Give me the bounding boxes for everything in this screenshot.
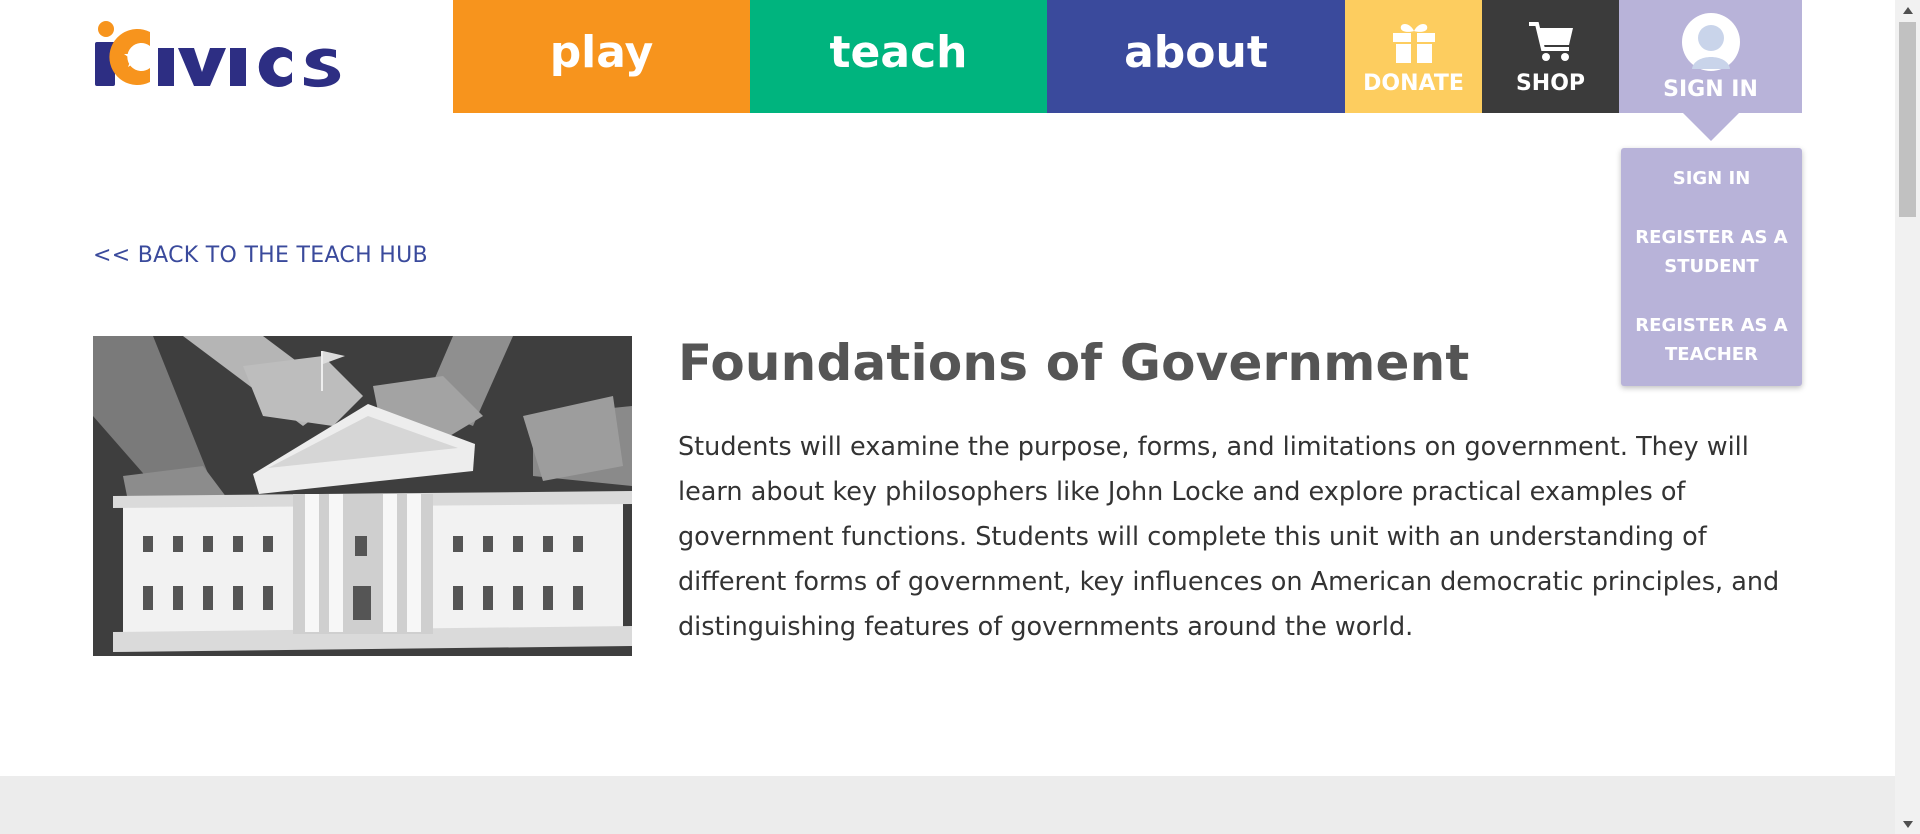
nav-signin[interactable]: SIGN IN [1619, 0, 1802, 141]
nav-donate-label: DONATE [1363, 71, 1464, 96]
page: play teach about DONATE SHOP SIGN IN SIG… [0, 0, 1895, 834]
nav-teach-label: teach [829, 27, 968, 78]
dropdown-register-student[interactable]: REGISTER AS A STUDENT [1632, 223, 1792, 281]
dropdown-sign-in[interactable]: SIGN IN [1632, 164, 1792, 193]
nav-teach[interactable]: teach [750, 0, 1047, 113]
nav-signin-label: SIGN IN [1663, 77, 1758, 102]
cart-icon [1527, 17, 1575, 63]
nav-about[interactable]: about [1047, 0, 1345, 113]
nav-play-label: play [549, 27, 654, 78]
back-to-teach-hub-link[interactable]: << BACK TO THE TEACH HUB [93, 243, 428, 268]
nav-donate[interactable]: DONATE [1345, 0, 1482, 113]
content-section-band [0, 776, 1895, 834]
user-avatar-icon [1680, 11, 1742, 73]
signin-caret [1682, 113, 1739, 141]
nav-about-label: about [1124, 27, 1268, 78]
page-title: Foundations of Government [678, 334, 1470, 392]
vertical-scrollbar[interactable] [1895, 0, 1920, 834]
nav-play[interactable]: play [453, 0, 750, 113]
nav-shop-label: SHOP [1515, 71, 1586, 96]
icivics-logo[interactable] [92, 20, 377, 90]
hero-image [93, 336, 632, 656]
page-description: Students will examine the purpose, forms… [678, 432, 1780, 642]
main-nav: play teach about DONATE SHOP SIGN IN [453, 0, 1802, 141]
scrollbar-thumb[interactable] [1899, 22, 1916, 217]
signin-dropdown: SIGN IN REGISTER AS A STUDENT REGISTER A… [1621, 148, 1802, 386]
nav-shop[interactable]: SHOP [1482, 0, 1619, 113]
dropdown-register-teacher[interactable]: REGISTER AS A TEACHER [1632, 311, 1792, 369]
gift-icon [1391, 17, 1437, 63]
scroll-down-arrow-icon[interactable] [1895, 814, 1920, 834]
scroll-up-arrow-icon[interactable] [1895, 0, 1920, 20]
